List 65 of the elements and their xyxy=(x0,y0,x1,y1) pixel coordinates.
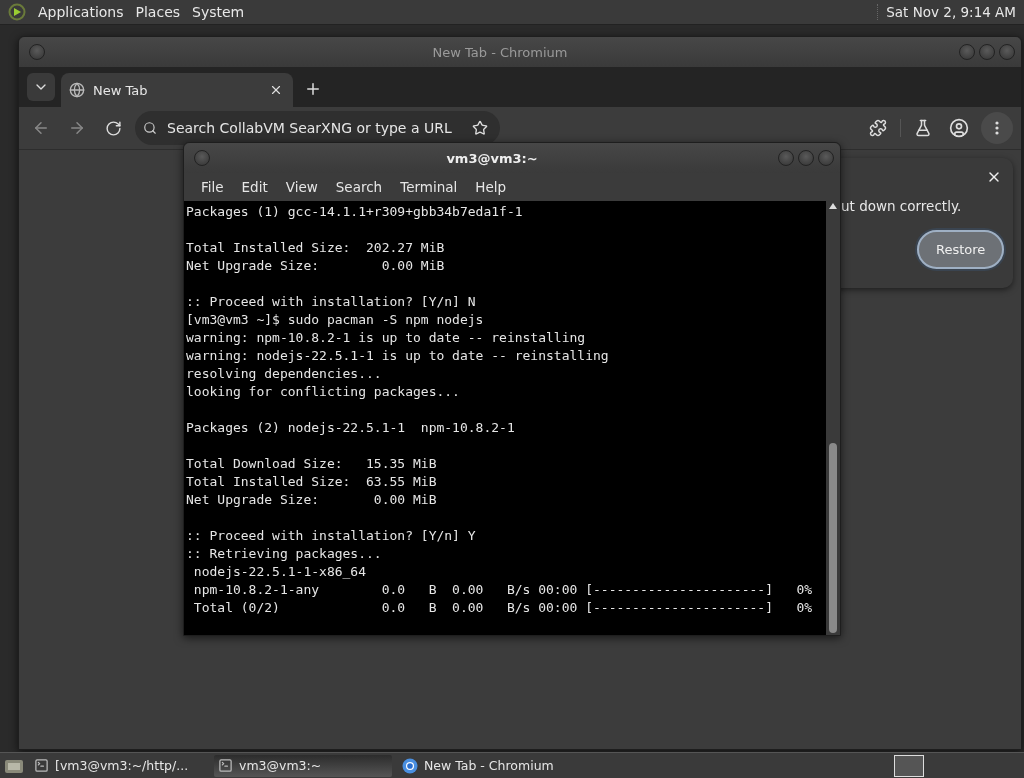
restore-button[interactable]: Restore xyxy=(917,230,1005,269)
terminal-line: Net Upgrade Size: 0.00 MiB xyxy=(186,257,446,275)
menu-item[interactable]: File xyxy=(192,179,233,195)
puzzle-piece-icon xyxy=(869,119,887,137)
menu-item[interactable]: Search xyxy=(326,179,392,195)
minimize-button[interactable] xyxy=(778,150,794,166)
close-icon xyxy=(269,83,283,97)
terminal-line: nodejs-22.5.1-1-x86_64 xyxy=(192,563,367,581)
menu-item[interactable]: Help xyxy=(466,179,516,195)
minimize-button[interactable] xyxy=(959,44,975,60)
maximize-button[interactable] xyxy=(798,150,814,166)
terminal-line: warning: npm-10.8.2-1 is up to date -- reinstalling xyxy=(186,329,587,347)
terminal-line: Net Upgrade Size: 0.00 MiB xyxy=(186,491,438,509)
window-menu-button[interactable] xyxy=(29,44,45,60)
menu-item[interactable]: Terminal xyxy=(391,179,467,195)
terminal-line: :: Proceed with installation? [Y/n] N xyxy=(186,293,477,311)
terminal-line: :: Proceed with installation? [Y/n] Y xyxy=(186,527,477,545)
address-bar[interactable]: Search CollabVM SearXNG or type a URL xyxy=(135,111,500,145)
star-icon xyxy=(471,120,488,136)
scroll-up-icon[interactable] xyxy=(829,203,837,209)
panel-menu[interactable]: Applications xyxy=(38,4,124,20)
terminal-line: Total (0/2) 0.0 B 0.00 B/s 00:00 [----------------------] 0% xyxy=(192,599,814,617)
person-icon xyxy=(949,118,969,138)
terminal-line: Total Installed Size: 202.27 MiB xyxy=(186,239,446,257)
browser-tab[interactable]: New Tab xyxy=(61,73,293,107)
taskbar-item[interactable]: New Tab - Chromium xyxy=(398,754,568,777)
terminal-line: warning: nodejs-22.5.1-1 is up to date -- reinstalling xyxy=(186,347,610,365)
terminal-line: npm-10.8.2-1-any 0.0 B 0.00 B/s 00:00 [----------------------] 0% xyxy=(192,581,814,599)
menu-icon xyxy=(995,121,999,135)
tab-title: New Tab xyxy=(93,82,149,98)
plus-icon xyxy=(304,80,322,98)
address-field[interactable]: Search CollabVM SearXNG or type a URL xyxy=(165,119,460,137)
terminal-line: Packages (2) nodejs-22.5.1-1 npm-10.8.2-1 xyxy=(186,419,516,437)
window-menu-button[interactable] xyxy=(194,150,210,166)
search-icon xyxy=(143,121,157,135)
clock[interactable]: Sat Nov 2, 9:14 AM xyxy=(877,4,1016,20)
terminal-icon xyxy=(218,758,233,773)
terminal-line: Total Download Size: 15.35 MiB xyxy=(186,455,438,473)
menu-button[interactable] xyxy=(981,112,1013,144)
reload-icon xyxy=(104,119,122,137)
menu-item[interactable]: Edit xyxy=(232,179,277,195)
terminal-line: Total Installed Size: 63.55 MiB xyxy=(186,473,438,491)
browser-icon xyxy=(402,757,418,774)
window-title: New Tab - Chromium xyxy=(431,44,569,60)
terminal-line: [vm3@vm3 ~]$ sudo pacman -S npm nodejs xyxy=(186,311,485,329)
tab-search-button[interactable] xyxy=(27,73,55,101)
menu-item[interactable]: View xyxy=(276,179,327,195)
flask-icon xyxy=(914,119,932,137)
terminal-line: looking for conflicting packages... xyxy=(186,383,461,401)
panel-menu[interactable]: System xyxy=(192,4,245,20)
terminal-line: Packages (1) gcc-14.1.1+r309+gbb34b7eda1f-1 xyxy=(186,203,524,221)
workspace-switcher[interactable] xyxy=(894,754,924,777)
popup-message: ut down correctly. xyxy=(841,198,962,214)
taskbar-item[interactable]: vm3@vm3:~ xyxy=(214,754,392,777)
panel-menu[interactable]: Places xyxy=(135,4,181,20)
terminal-line: :: Retrieving packages... xyxy=(186,545,383,563)
forward-arrow-icon xyxy=(68,119,86,137)
terminal-icon xyxy=(34,758,49,773)
window-title: vm3@vm3:~ xyxy=(445,150,539,166)
terminal-line: resolving dependencies... xyxy=(186,365,383,383)
maximize-button[interactable] xyxy=(979,44,995,60)
taskbar-item[interactable]: [vm3@vm3:~/http/... xyxy=(30,754,208,777)
scrollbar-thumb[interactable] xyxy=(829,443,837,633)
globe-icon xyxy=(69,82,85,98)
logo-icon xyxy=(8,3,26,21)
